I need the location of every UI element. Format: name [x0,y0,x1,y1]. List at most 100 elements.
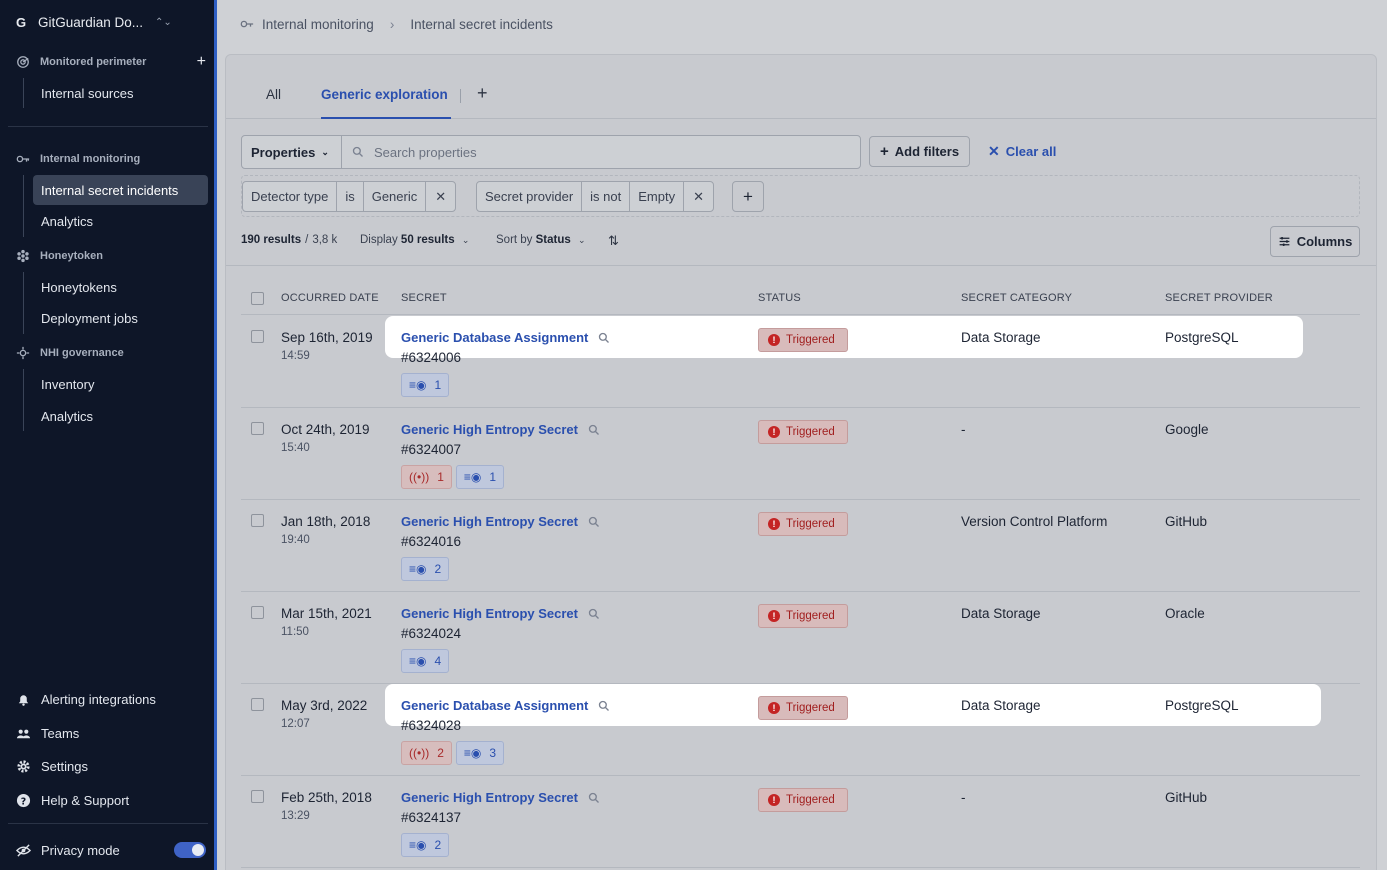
radar-icon [17,56,29,68]
row-checkbox[interactable] [251,698,264,711]
tab-all[interactable]: All [266,87,281,102]
sidebar-item-settings[interactable]: Settings [16,755,206,777]
sidebar-item-internal-sources[interactable]: Internal sources [33,78,208,108]
section-label: Monitored perimeter [40,56,147,68]
column-header-provider[interactable]: SECRET PROVIDER [1165,292,1273,304]
sort-direction-icon[interactable]: ⇅ [608,233,619,249]
table-row[interactable]: May 3rd, 2022 12:07 Generic Database Ass… [241,684,1360,776]
table-row[interactable]: Feb 25th, 2018 13:29 Generic High Entrop… [241,776,1360,868]
sliders-icon [1279,237,1290,246]
filter-field: Secret provider [477,182,583,211]
search-icon[interactable] [598,332,610,344]
section-nhi-governance: NHI governance [16,343,206,363]
row-checkbox[interactable] [251,606,264,619]
filter-operator[interactable]: is [337,182,364,211]
sidebar-item-label: Internal sources [41,85,134,101]
add-tab-button[interactable]: + [477,83,488,104]
sidebar-item-help-support[interactable]: ? Help & Support [16,789,206,811]
sidebar-item-teams[interactable]: Teams [16,722,206,744]
table-row[interactable]: Mar 15th, 2021 11:50 Generic High Entrop… [241,592,1360,684]
add-perimeter-icon[interactable]: + [197,53,206,71]
sidebar-item-alerting-integrations[interactable]: Alerting integrations [16,688,206,710]
add-filters-label: Add filters [894,144,960,159]
section-honeytoken: Honeytoken [16,246,206,266]
secret-link[interactable]: Generic High Entropy Secret [401,422,600,437]
sort-value: Status [535,234,571,246]
sidebar-item-analytics-internal[interactable]: Analytics [33,206,208,236]
alerts-badge[interactable]: ((•)) 2 [401,741,452,765]
column-header-secret[interactable]: SECRET [401,292,447,304]
nav-guide-line [23,78,24,108]
display-count-dropdown[interactable]: Display 50 results ⌄ [360,234,469,246]
secret-name: Generic High Entropy Secret [401,514,578,529]
remove-filter-icon[interactable]: ✕ [426,182,455,211]
search-icon[interactable] [598,700,610,712]
sidebar-item-label: Inventory [41,376,95,392]
status-badge: ! Triggered [758,420,848,444]
incident-id: #6324016 [401,534,462,549]
filter-value[interactable]: Generic [364,182,427,211]
secret-link[interactable]: Generic High Entropy Secret [401,790,600,805]
filter-chip-secret-provider[interactable]: Secret provider is not Empty ✕ [476,181,714,212]
properties-dropdown[interactable]: Properties ⌄ [242,136,342,168]
breadcrumb-parent[interactable]: Internal monitoring [262,17,374,32]
eye-off-icon [16,843,31,857]
eye-list-icon: ≡◉ [463,470,482,484]
alert-icon: ! [768,334,780,346]
table-row[interactable]: Oct 24th, 2019 15:40 Generic High Entrop… [241,408,1360,500]
select-all-checkbox[interactable] [251,292,264,305]
table-header: OCCURRED DATE SECRET STATUS SECRET CATEG… [241,285,1360,315]
column-header-status[interactable]: STATUS [758,292,801,304]
row-checkbox[interactable] [251,330,264,343]
filter-operator[interactable]: is not [582,182,631,211]
sidebar-item-analytics-nhi[interactable]: Analytics [33,401,208,431]
secret-link[interactable]: Generic Database Assignment [401,330,610,345]
column-header-category[interactable]: SECRET CATEGORY [961,292,1072,304]
table-row[interactable]: Sep 16th, 2019 14:59 Generic Database As… [241,316,1360,408]
honeytoken-icon [17,249,29,263]
sort-by-dropdown[interactable]: Sort by Status ⌄ [496,234,586,246]
columns-button[interactable]: Columns [1270,226,1360,257]
row-checkbox[interactable] [251,422,264,435]
workspace-logo: G [15,14,27,30]
row-checkbox[interactable] [251,790,264,803]
search-icon[interactable] [588,516,600,528]
views-badge[interactable]: ≡◉ 1 [455,465,505,489]
views-badge[interactable]: ≡◉ 2 [401,557,450,581]
secret-name: Generic High Entropy Secret [401,790,578,805]
search-input[interactable]: Search properties [342,136,860,168]
sidebar-item-honeytokens[interactable]: Honeytokens [33,272,208,302]
remove-filter-icon[interactable]: ✕ [684,182,713,211]
views-badge[interactable]: ≡◉ 2 [401,833,450,857]
secret-link[interactable]: Generic High Entropy Secret [401,606,600,621]
sidebar-item-deployment-jobs[interactable]: Deployment jobs [33,303,208,333]
add-filter-chip-button[interactable]: + [732,181,764,212]
status-label: Triggered [786,426,835,438]
search-icon[interactable] [588,424,600,436]
filter-value[interactable]: Empty [630,182,685,211]
secret-category: - [961,422,966,437]
nhi-icon [16,346,30,360]
search-icon[interactable] [588,792,600,804]
add-filters-button[interactable]: + Add filters [869,136,971,167]
clear-all-button[interactable]: ✕ Clear all [988,143,1056,160]
privacy-mode-toggle[interactable] [174,842,206,858]
views-badge[interactable]: ≡◉ 1 [401,373,450,397]
secret-link[interactable]: Generic High Entropy Secret [401,514,600,529]
sidebar-item-internal-secret-incidents[interactable]: Internal secret incidents [33,175,208,205]
occurred-time: 15:40 [281,442,310,454]
tab-generic-exploration[interactable]: Generic exploration [321,87,448,102]
row-checkbox[interactable] [251,514,264,527]
views-badge[interactable]: ≡◉ 4 [401,649,450,673]
section-monitored-perimeter: Monitored perimeter + [16,52,206,72]
alerts-badge[interactable]: ((•)) 1 [401,465,452,489]
workspace-switcher[interactable]: G GitGuardian Do... ⌃⌄ [14,10,172,34]
privacy-mode-label: Privacy mode [41,842,120,858]
secret-link[interactable]: Generic Database Assignment [401,698,610,713]
search-icon[interactable] [588,608,600,620]
sidebar-item-inventory[interactable]: Inventory [33,369,208,399]
table-row[interactable]: Jan 18th, 2018 19:40 Generic High Entrop… [241,500,1360,592]
column-header-date[interactable]: OCCURRED DATE [281,292,379,304]
views-badge[interactable]: ≡◉ 3 [455,741,505,765]
filter-chip-detector-type[interactable]: Detector type is Generic ✕ [242,181,457,212]
